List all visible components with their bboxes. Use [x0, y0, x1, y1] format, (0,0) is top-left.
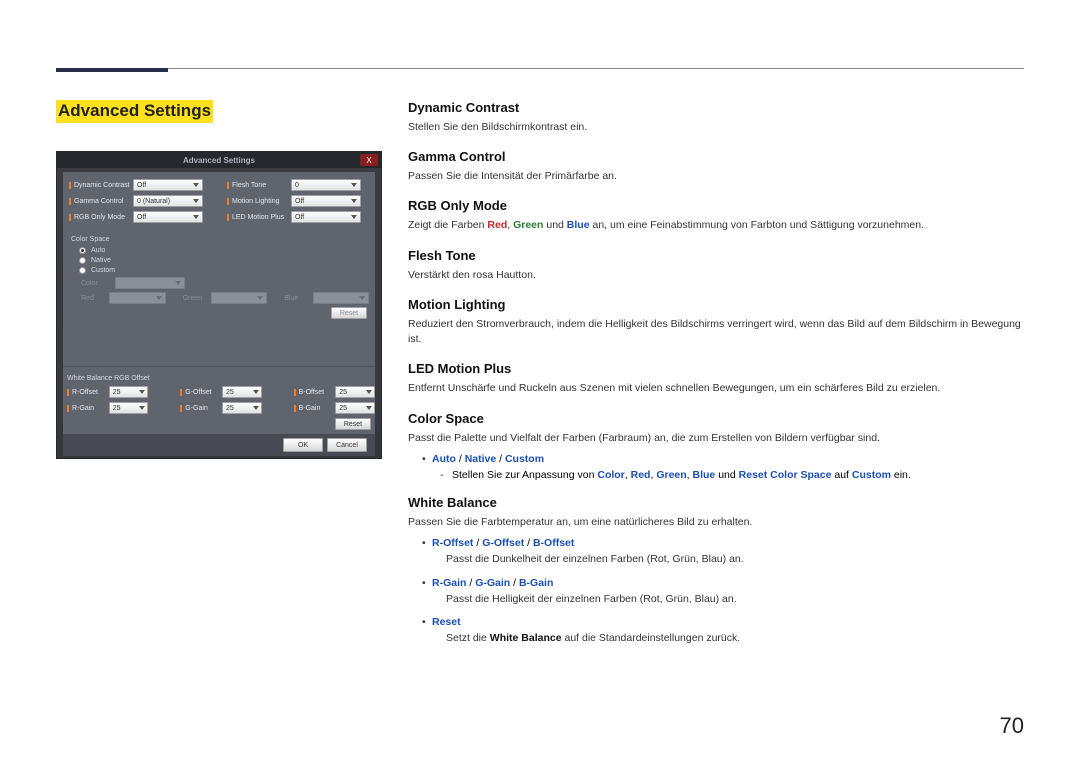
left-column: Advanced Settings Advanced Settings X Dy…: [56, 100, 382, 657]
b-gain-label: B-Gain: [294, 405, 330, 412]
r-gain-select[interactable]: 25: [109, 402, 149, 414]
rgb-only-mode-label: RGB Only Mode: [69, 214, 133, 221]
page-content: Advanced Settings Advanced Settings X Dy…: [56, 100, 1024, 657]
dialog-buttons: OK Cancel: [63, 434, 375, 456]
color-space-body: Passt die Palette und Vielfalt der Farbe…: [408, 431, 1024, 446]
b-gain-select[interactable]: 25: [335, 402, 375, 414]
b-offset-select[interactable]: 25: [335, 386, 375, 398]
gamma-control-body: Passen Sie die Intensität der Primärfarb…: [408, 169, 1024, 184]
radio-open-icon: [79, 257, 86, 264]
dialog-titlebar: Advanced Settings X: [57, 152, 381, 168]
g-gain-label: G-Gain: [180, 405, 216, 412]
page-number: 70: [1000, 713, 1024, 739]
g-offset-label: G-Offset: [180, 389, 216, 396]
wb-reset-button[interactable]: Reset: [335, 418, 371, 430]
flesh-tone-body: Verstärkt den rosa Hautton.: [408, 268, 1024, 283]
motion-lighting-label: Motion Lighting: [227, 198, 291, 205]
led-motion-plus-select[interactable]: Off: [291, 211, 361, 223]
cs-blue-select: [313, 292, 369, 304]
cs-reset-button: Reset: [331, 307, 367, 319]
led-motion-plus-body: Entfernt Unschärfe und Ruckeln aus Szene…: [408, 381, 1024, 396]
color-space-group-label: Color Space: [71, 236, 369, 243]
page-title: Advanced Settings: [56, 100, 213, 123]
page-divider-accent: [56, 68, 168, 72]
ok-button[interactable]: OK: [283, 438, 323, 452]
motion-lighting-body: Reduziert den Stromverbrauch, indem die …: [408, 317, 1024, 347]
gamma-control-heading: Gamma Control: [408, 149, 1024, 164]
dynamic-contrast-select[interactable]: Off: [133, 179, 203, 191]
radio-dot-icon: [79, 247, 86, 254]
dialog-body: Dynamic Contrast Off Flesh Tone 0 Gamma …: [63, 172, 375, 456]
cs-color-label: Color: [81, 280, 109, 287]
dialog-title: Advanced Settings: [183, 156, 255, 165]
cs-red-select: [109, 292, 165, 304]
white-balance-panel: White Balance RGB Offset R-Offset 25 G-O…: [63, 366, 375, 434]
color-space-sub: Stellen Sie zur Anpassung von Color, Red…: [440, 468, 1024, 484]
wb-offset-options: R-Offset / G-Offset / B-Offset: [422, 536, 1024, 552]
dialog-top-panel: Dynamic Contrast Off Flesh Tone 0 Gamma …: [63, 172, 375, 230]
r-offset-select[interactable]: 25: [109, 386, 149, 398]
dynamic-contrast-body: Stellen Sie den Bildschirmkontrast ein.: [408, 120, 1024, 135]
cs-green-label: Green: [183, 295, 205, 302]
color-space-custom-radio[interactable]: Custom: [79, 267, 369, 274]
rgb-only-mode-select[interactable]: Off: [133, 211, 203, 223]
wb-gain-desc: Passt die Helligkeit der einzelnen Farbe…: [436, 592, 1024, 608]
close-icon[interactable]: X: [360, 154, 378, 166]
cs-red-label: Red: [81, 295, 103, 302]
flesh-tone-select[interactable]: 0: [291, 179, 361, 191]
cancel-button[interactable]: Cancel: [327, 438, 367, 452]
flesh-tone-label: Flesh Tone: [227, 182, 291, 189]
motion-lighting-heading: Motion Lighting: [408, 297, 1024, 312]
cs-color-select: [115, 277, 185, 289]
wb-reset-option: Reset: [422, 615, 1024, 631]
led-motion-plus-heading: LED Motion Plus: [408, 361, 1024, 376]
color-space-panel: Color Space Auto Native Custom Color Red…: [63, 230, 375, 364]
wb-group-label: White Balance RGB Offset: [67, 375, 375, 382]
page-divider: [56, 68, 1024, 69]
wb-reset-desc: Setzt die White Balance auf die Standard…: [436, 631, 1024, 647]
white-balance-body: Passen Sie die Farbtemperatur an, um ein…: [408, 515, 1024, 530]
gamma-control-label: Gamma Control: [69, 198, 133, 205]
color-space-heading: Color Space: [408, 411, 1024, 426]
led-motion-plus-label: LED Motion Plus: [227, 214, 291, 221]
g-offset-select[interactable]: 25: [222, 386, 262, 398]
b-offset-label: B-Offset: [294, 389, 330, 396]
color-space-auto-radio[interactable]: Auto: [79, 247, 369, 254]
settings-dialog: Advanced Settings X Dynamic Contrast Off…: [56, 151, 382, 459]
r-gain-label: R-Gain: [67, 405, 103, 412]
r-offset-label: R-Offset: [67, 389, 103, 396]
white-balance-heading: White Balance: [408, 495, 1024, 510]
flesh-tone-heading: Flesh Tone: [408, 248, 1024, 263]
motion-lighting-select[interactable]: Off: [291, 195, 361, 207]
radio-open-icon: [79, 267, 86, 274]
rgb-only-mode-heading: RGB Only Mode: [408, 198, 1024, 213]
wb-offset-desc: Passt die Dunkelheit der einzelnen Farbe…: [436, 552, 1024, 568]
right-column: Dynamic Contrast Stellen Sie den Bildsch…: [408, 100, 1024, 657]
cs-green-select: [211, 292, 267, 304]
rgb-only-mode-body: Zeigt die Farben Red, Green und Blue an,…: [408, 218, 1024, 233]
dynamic-contrast-label: Dynamic Contrast: [69, 182, 133, 189]
dynamic-contrast-heading: Dynamic Contrast: [408, 100, 1024, 115]
wb-gain-options: R-Gain / G-Gain / B-Gain: [422, 576, 1024, 592]
gamma-control-select[interactable]: 0 (Natural): [133, 195, 203, 207]
color-space-native-radio[interactable]: Native: [79, 257, 369, 264]
color-space-options: Auto / Native / Custom: [422, 452, 1024, 468]
g-gain-select[interactable]: 25: [222, 402, 262, 414]
cs-blue-label: Blue: [284, 295, 306, 302]
